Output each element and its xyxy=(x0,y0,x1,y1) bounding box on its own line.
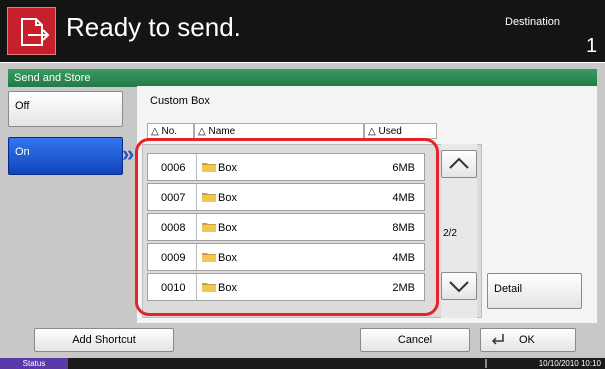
column-header-used[interactable]: △ Used xyxy=(364,123,437,139)
column-name-label: Name xyxy=(208,126,236,137)
main-panel: Send and Store Off On » Custom Box △ No.… xyxy=(0,62,605,358)
status-bar: Status 10/10/2010 10:10 xyxy=(0,358,605,369)
enter-icon xyxy=(491,334,504,345)
send-app-icon[interactable] xyxy=(7,7,56,55)
status-indicator-icon xyxy=(485,359,487,368)
ok-button[interactable]: OK xyxy=(480,328,576,352)
highlight-outline xyxy=(135,138,439,316)
scroll-down-button[interactable] xyxy=(441,272,477,300)
document-send-icon xyxy=(21,18,50,46)
scroll-up-button[interactable] xyxy=(441,150,477,178)
top-bar: Ready to send. Destination 1 xyxy=(0,0,605,62)
status-datetime: 10/10/2010 10:10 xyxy=(538,359,601,368)
column-headers: △ No. △ Name △ Used xyxy=(147,123,437,139)
ok-label: OK xyxy=(519,334,535,346)
section-header: Send and Store xyxy=(8,69,597,87)
add-shortcut-button[interactable]: Add Shortcut xyxy=(34,328,174,352)
column-header-no[interactable]: △ No. xyxy=(147,123,194,139)
destination-count: 1 xyxy=(586,35,598,57)
column-header-name[interactable]: △ Name xyxy=(194,123,364,139)
cancel-button[interactable]: Cancel xyxy=(360,328,470,352)
on-button[interactable]: On xyxy=(8,137,123,175)
destination-label: Destination xyxy=(505,16,561,28)
page-title: Ready to send. xyxy=(66,12,241,42)
column-used-label: Used xyxy=(378,126,402,137)
column-no-label: No. xyxy=(161,126,178,137)
chevron-down-icon xyxy=(449,281,469,293)
custom-box-label: Custom Box xyxy=(150,95,210,107)
off-button[interactable]: Off xyxy=(8,91,123,127)
selection-arrow-icon: » xyxy=(122,141,135,166)
page-indicator: 2/2 xyxy=(443,228,457,239)
chevron-up-icon xyxy=(449,157,469,169)
status-button[interactable]: Status xyxy=(0,358,68,369)
detail-button[interactable]: Detail xyxy=(487,273,582,309)
